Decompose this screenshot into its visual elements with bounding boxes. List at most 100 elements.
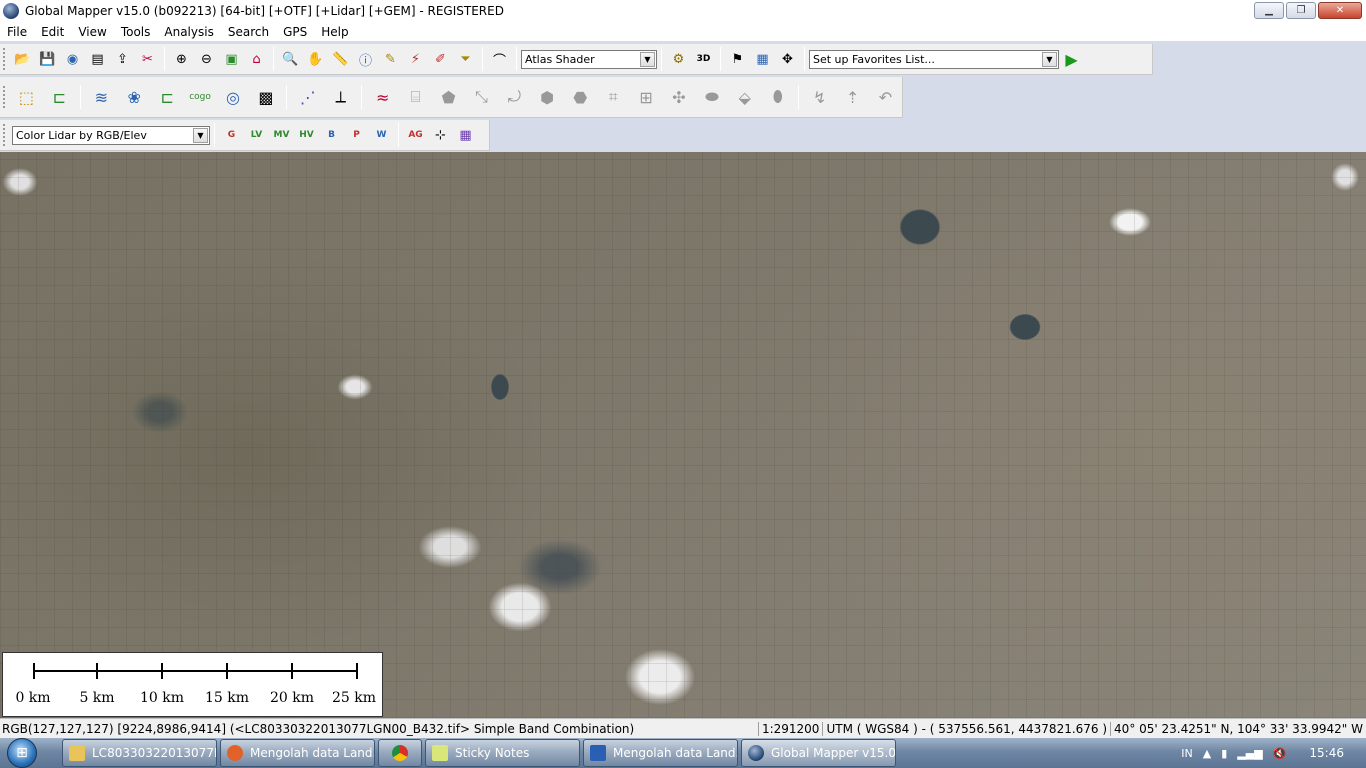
stairs-icon[interactable]: ⌸ <box>400 81 431 113</box>
taskbar-item-global-mapper[interactable]: Global Mapper v15.0 ... <box>741 739 896 767</box>
toolbar-grip[interactable] <box>3 86 7 108</box>
crop-icon[interactable]: ⌗ <box>598 81 629 113</box>
zoom-to-layer-icon[interactable]: ▣ <box>220 48 243 71</box>
smooth-line-icon[interactable]: ≈ <box>367 81 398 113</box>
watershed-icon[interactable]: ❀ <box>119 81 150 113</box>
language-indicator[interactable]: IN <box>1181 747 1192 760</box>
toolbar-grip[interactable] <box>3 124 7 146</box>
menu-view[interactable]: View <box>71 25 113 39</box>
view-shed-icon[interactable]: ⌒ <box>488 48 511 71</box>
run-favorite-icon[interactable]: ▶ <box>1060 48 1083 71</box>
start-button[interactable]: ⊞ <box>0 738 44 768</box>
map-view[interactable]: 0 km 5 km 10 km 15 km 20 km 25 km <box>0 152 1366 718</box>
feature-info-icon[interactable]: ⓘ <box>354 48 377 71</box>
buffer-icon[interactable]: ◎ <box>218 81 249 113</box>
create-area-icon[interactable]: ⬚ <box>11 81 42 113</box>
menu-help[interactable]: Help <box>314 25 355 39</box>
info-tool-icon[interactable]: 🔍 <box>279 48 302 71</box>
lidar-color-select[interactable]: Color Lidar by RGB/Elev ▼ <box>12 125 210 145</box>
menu-edit[interactable]: Edit <box>34 25 71 39</box>
export-icon[interactable]: ⇪ <box>111 48 134 71</box>
digitizer-icon[interactable]: ✎ <box>379 48 402 71</box>
chevron-down-icon[interactable]: ▼ <box>640 51 655 67</box>
toolbar-grip[interactable] <box>3 48 7 70</box>
global-mapper-app-icon[interactable] <box>3 3 19 19</box>
minimize-button[interactable]: ▁ <box>1254 2 1284 19</box>
lidar-toolbar: Color Lidar by RGB/Elev ▼ G LV MV HV B P… <box>0 120 490 151</box>
zoom-in-icon[interactable]: ⊕ <box>170 48 193 71</box>
volume-icon[interactable]: ⏷ <box>454 48 477 71</box>
vertex-edit-icon[interactable]: ⋰ <box>292 81 323 113</box>
lidar-grid-icon[interactable]: ▦ <box>454 124 477 147</box>
undo-icon[interactable]: ↶ <box>870 81 901 113</box>
contour-icon[interactable]: ≋ <box>86 81 117 113</box>
lidar-building-icon[interactable]: B <box>320 124 343 147</box>
home-icon[interactable]: ⌂ <box>245 48 268 71</box>
clock[interactable]: 15:46 <box>1309 746 1344 760</box>
status-info: RGB(127,127,127) [9224,8986,9414] (<LC80… <box>2 721 635 736</box>
taskbar-item-explorer[interactable]: LC80330322013077L... <box>62 739 217 767</box>
chevron-down-icon[interactable]: ▼ <box>193 127 208 143</box>
open-folder-icon[interactable]: 📂 <box>11 48 34 71</box>
combine-icon[interactable]: ⬢ <box>532 81 563 113</box>
line-tool-icon[interactable]: ⤡ <box>466 81 497 113</box>
shape-icon[interactable]: ⬮ <box>762 81 793 113</box>
path-profile-icon[interactable]: ⚡ <box>404 48 427 71</box>
chevron-down-icon[interactable]: ▼ <box>1042 51 1057 67</box>
pan-hand-icon[interactable]: ✋ <box>304 48 327 71</box>
gps-icon[interactable]: ✥ <box>776 48 799 71</box>
close-button[interactable]: ✕ <box>1318 2 1362 19</box>
volume-muted-icon[interactable]: 🔇 <box>1273 747 1287 760</box>
menu-search[interactable]: Search <box>221 25 276 39</box>
lidar-powerline-icon[interactable]: P <box>345 124 368 147</box>
lidar-water-icon[interactable]: W <box>370 124 393 147</box>
menu-tools[interactable]: Tools <box>114 25 158 39</box>
lidar-filter-icon[interactable]: ⊹ <box>429 124 452 147</box>
tools-icon[interactable]: ✂ <box>136 48 159 71</box>
lidar-med-veg-icon[interactable]: MV <box>270 124 293 147</box>
favorites-select[interactable]: Set up Favorites List... ▼ <box>809 49 1059 69</box>
map-layout-icon[interactable]: ▦ <box>751 48 774 71</box>
lift-icon[interactable]: ⇡ <box>837 81 868 113</box>
taskbar-item-sticky-notes[interactable]: Sticky Notes <box>425 739 580 767</box>
union-icon[interactable]: ⬬ <box>696 81 727 113</box>
zoom-out-icon[interactable]: ⊖ <box>195 48 218 71</box>
grid-icon[interactable]: ▩ <box>250 81 281 113</box>
shader-options-icon[interactable]: ⚙ <box>667 48 690 71</box>
create-line-icon[interactable]: ⊏ <box>44 81 75 113</box>
cogo-icon[interactable]: cogo <box>185 81 216 113</box>
area-edit-icon[interactable]: ⬟ <box>433 81 464 113</box>
taskbar-item-word[interactable]: Mengolah data Land... <box>583 739 738 767</box>
menu-file[interactable]: File <box>0 25 34 39</box>
menu-gps[interactable]: GPS <box>276 25 314 39</box>
lidar-auto-ground-icon[interactable]: AG <box>404 124 427 147</box>
lidar-high-veg-icon[interactable]: HV <box>295 124 318 147</box>
battery-icon[interactable]: ▮ <box>1221 747 1227 760</box>
3d-view-icon[interactable]: 3D <box>692 48 715 71</box>
system-tray: IN ▲ ▮ ▂▄▆ 🔇 15:46 <box>1176 738 1366 768</box>
globe-icon[interactable]: ◉ <box>61 48 84 71</box>
print-layout-icon[interactable]: ▤ <box>86 48 109 71</box>
split-area-icon[interactable]: ⬣ <box>565 81 596 113</box>
show-hidden-icons-icon[interactable]: ▲ <box>1203 747 1211 760</box>
split-line-icon[interactable]: ⟂ <box>325 81 356 113</box>
edit-vertex-icon[interactable]: ✐ <box>429 48 452 71</box>
save-icon[interactable]: 💾 <box>36 48 59 71</box>
grid-line-icon[interactable]: ⊏ <box>152 81 183 113</box>
shader-select[interactable]: Atlas Shader ▼ <box>521 49 657 69</box>
maximize-button[interactable]: ❐ <box>1286 2 1316 19</box>
taskbar-item-firefox[interactable]: Mengolah data Land... <box>220 739 375 767</box>
menu-analysis[interactable]: Analysis <box>157 25 220 39</box>
intersect-icon[interactable]: ⬙ <box>729 81 760 113</box>
scale-label: 15 km <box>204 690 250 706</box>
network-signal-icon[interactable]: ▂▄▆ <box>1237 747 1262 760</box>
snap-icon[interactable]: ↯ <box>804 81 835 113</box>
taskbar-item-chrome[interactable] <box>378 739 422 767</box>
scale-icon[interactable]: ⊞ <box>631 81 662 113</box>
flag-icon[interactable]: ⚑ <box>726 48 749 71</box>
lidar-low-veg-icon[interactable]: LV <box>245 124 268 147</box>
rotate-tool-icon[interactable]: ⤾ <box>499 81 530 113</box>
measure-icon[interactable]: 📏 <box>329 48 352 71</box>
move-icon[interactable]: ✣ <box>664 81 695 113</box>
lidar-ground-icon[interactable]: G <box>220 124 243 147</box>
